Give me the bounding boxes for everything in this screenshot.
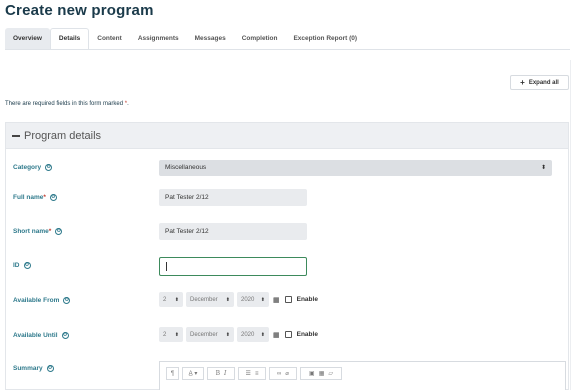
from-day-value: 2	[163, 296, 167, 303]
from-year-select[interactable]: 2020 ⬍	[237, 292, 269, 307]
short-name-label-text: Short name	[13, 228, 49, 236]
until-year-select[interactable]: 2020 ⬍	[237, 327, 269, 342]
tab-exception-report[interactable]: Exception Report (0)	[285, 28, 365, 50]
until-year-value: 2020	[241, 331, 255, 338]
bold-italic-group: B I	[207, 367, 235, 380]
media-icon[interactable]: ▦	[319, 370, 325, 377]
info-icon[interactable]: Θ	[55, 228, 63, 235]
available-from-label: Available From Θ	[13, 297, 71, 305]
text-caret	[166, 261, 167, 271]
tab-divider	[5, 49, 570, 50]
category-value: Miscellaneous	[165, 164, 207, 171]
select-arrow-icon: ⬍	[260, 296, 265, 303]
select-arrow-icon: ⬍	[540, 165, 546, 171]
tab-messages[interactable]: Messages	[187, 28, 234, 50]
page-title: Create new program	[5, 2, 154, 19]
select-arrow-icon: ⬍	[174, 331, 179, 338]
collapse-icon	[12, 134, 20, 137]
tab-assignments[interactable]: Assignments	[130, 28, 187, 50]
required-note-text: There are required fields in this form m…	[5, 101, 124, 107]
program-details-header[interactable]: Program details	[6, 123, 568, 149]
info-icon[interactable]: Θ	[23, 262, 31, 269]
select-arrow-icon: ⬍	[260, 331, 265, 338]
tab-overview[interactable]: Overview	[5, 28, 50, 50]
required-star-icon: *	[124, 101, 128, 107]
page-edge	[570, 60, 578, 390]
available-until-label-text: Available Until	[13, 332, 58, 340]
from-day-select[interactable]: 2 ⬍	[159, 292, 183, 307]
expand-all-label: Expand all	[528, 79, 559, 86]
short-name-input[interactable]: Pat Tester 2/12	[159, 223, 307, 240]
ordered-list-icon[interactable]: ≡	[255, 371, 259, 377]
category-label-text: Category	[13, 164, 42, 172]
tab-bar: Overview Details Content Assignments Mes…	[5, 28, 365, 50]
until-day-value: 2	[163, 331, 167, 338]
id-label-text: ID	[13, 262, 20, 270]
until-enable-checkbox[interactable]	[284, 331, 292, 338]
full-name-label-text: Full name	[13, 194, 44, 202]
from-month-select[interactable]: December ⬍	[186, 292, 234, 307]
until-day-select[interactable]: 2 ⬍	[159, 327, 183, 342]
program-details-panel: Program details Category Θ Miscellaneous …	[5, 122, 569, 390]
editor-toolbar: ¶ A̲ ▾ B I ☰ ≡ ∞ ⌀ ▣ ▦ ▱	[166, 367, 342, 380]
info-icon[interactable]: Θ	[46, 365, 54, 372]
unordered-list-icon[interactable]: ☰	[246, 370, 251, 377]
from-enable-label: Enable	[296, 296, 318, 303]
select-arrow-icon: ⬍	[225, 331, 230, 338]
category-select[interactable]: Miscellaneous ⬍	[159, 160, 552, 176]
available-from-date: 2 ⬍ December ⬍ 2020 ⬍ ▦ Enable	[159, 292, 318, 307]
tab-content[interactable]: Content	[89, 28, 130, 50]
media-group: ▣ ▦ ▱	[300, 367, 342, 380]
select-arrow-icon: ⬍	[174, 296, 179, 303]
id-input[interactable]	[159, 257, 307, 276]
image-icon[interactable]: ▣	[309, 370, 315, 377]
link-icon[interactable]: ∞	[277, 371, 281, 377]
info-icon[interactable]: Θ	[49, 194, 57, 201]
until-enable-label: Enable	[296, 331, 318, 338]
id-label: ID Θ	[13, 262, 31, 269]
calendar-icon[interactable]: ▦	[273, 296, 280, 304]
font-style-button[interactable]: A̲ ▾	[182, 367, 204, 380]
until-month-select[interactable]: December ⬍	[186, 327, 234, 342]
available-until-label: Available Until Θ	[13, 332, 69, 339]
section-title: Program details	[24, 129, 102, 142]
full-name-label: Full name* Θ	[13, 194, 57, 201]
summary-label: Summary Θ	[13, 365, 54, 372]
link-group: ∞ ⌀	[269, 367, 297, 380]
expand-all-button[interactable]: + Expand all	[510, 75, 569, 90]
from-month-value: December	[190, 296, 218, 303]
unlink-icon[interactable]: ⌀	[285, 370, 289, 377]
bold-button[interactable]: B	[216, 370, 220, 377]
list-group: ☰ ≡	[238, 367, 266, 380]
italic-button[interactable]: I	[224, 370, 226, 377]
required-star-icon: *	[43, 194, 46, 202]
select-arrow-icon: ⬍	[225, 296, 230, 303]
plus-icon: +	[520, 78, 525, 87]
info-icon[interactable]: Θ	[45, 164, 53, 171]
short-name-label: Short name* Θ	[13, 228, 63, 236]
summary-editor[interactable]: ¶ A̲ ▾ B I ☰ ≡ ∞ ⌀ ▣ ▦ ▱	[159, 361, 566, 390]
from-enable-checkbox[interactable]	[284, 296, 292, 303]
tab-completion[interactable]: Completion	[234, 28, 286, 50]
required-star-icon: *	[48, 228, 52, 236]
available-until-date: 2 ⬍ December ⬍ 2020 ⬍ ▦ Enable	[159, 327, 318, 342]
category-label: Category Θ	[13, 164, 53, 172]
paragraph-style-button[interactable]: ¶	[166, 367, 179, 380]
calendar-icon[interactable]: ▦	[273, 331, 280, 339]
full-name-input[interactable]: Pat Tester 2/12	[159, 189, 307, 206]
info-icon[interactable]: Θ	[61, 332, 69, 339]
until-month-value: December	[190, 331, 218, 338]
available-from-label-text: Available From	[13, 297, 60, 305]
from-year-value: 2020	[241, 296, 255, 303]
tab-details[interactable]: Details	[49, 28, 90, 50]
file-icon[interactable]: ▱	[328, 370, 333, 377]
required-fields-note: There are required fields in this form m…	[5, 101, 129, 107]
info-icon[interactable]: Θ	[63, 297, 71, 304]
summary-label-text: Summary	[13, 365, 43, 373]
